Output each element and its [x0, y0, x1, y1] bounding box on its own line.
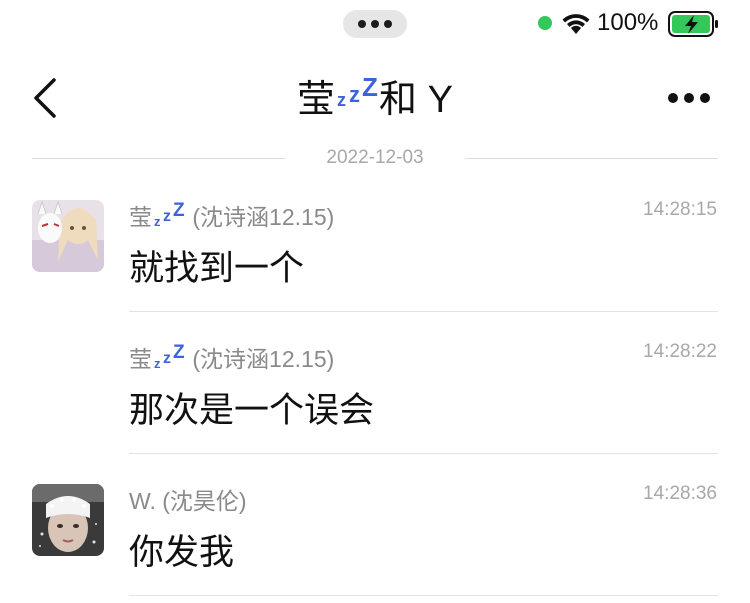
title-suffix: 和 Y [379, 79, 453, 121]
message-time: 14:28:36 [643, 483, 717, 504]
divider [129, 453, 718, 454]
chat-title: 莹zzZ和 Y [0, 68, 750, 123]
divider [129, 311, 718, 312]
nav-bar: 莹zzZ和 Y [0, 58, 750, 138]
sender-name: 莹zzZ (沈诗涵12.15) [129, 342, 335, 372]
sender-name: 莹zzZ (沈诗涵12.15) [129, 200, 335, 230]
message-time: 14:28:15 [643, 199, 717, 220]
more-button[interactable] [668, 88, 718, 108]
message-time: 14:28:22 [643, 341, 717, 362]
multitask-pill[interactable] [343, 10, 407, 38]
active-indicator-dot [538, 16, 552, 30]
message-item[interactable]: 莹zzZ (沈诗涵12.15) 14:28:15 就找到一个 [0, 188, 750, 312]
zzz-emoji: zzZ [337, 72, 378, 110]
avatar[interactable] [32, 484, 104, 556]
message-item[interactable]: W. (沈昊伦) 14:28:36 你发我 [0, 472, 750, 598]
date-divider: 2022-12-03 [32, 146, 718, 170]
more-dots-icon [668, 93, 678, 103]
battery-charging-icon [668, 11, 718, 37]
battery-percent: 100% [597, 9, 659, 36]
message-item[interactable]: 莹zzZ (沈诗涵12.15) 14:28:22 那次是一个误会 [0, 330, 750, 454]
date-label: 2022-12-03 [326, 147, 424, 168]
zzz-emoji: zzZ [154, 200, 185, 229]
status-bar: 100% [0, 0, 750, 50]
avatar-image [32, 484, 104, 556]
wifi-icon [562, 14, 590, 34]
message-text: 就找到一个 [129, 249, 305, 289]
message-text: 你发我 [129, 533, 235, 573]
title-prefix: 莹 [297, 79, 336, 121]
sender-name: W. (沈昊伦) [129, 488, 247, 514]
divider [129, 595, 718, 596]
avatar-image [32, 200, 104, 272]
avatar[interactable] [32, 200, 104, 272]
zzz-emoji: zzZ [154, 342, 185, 371]
message-text: 那次是一个误会 [129, 391, 375, 431]
